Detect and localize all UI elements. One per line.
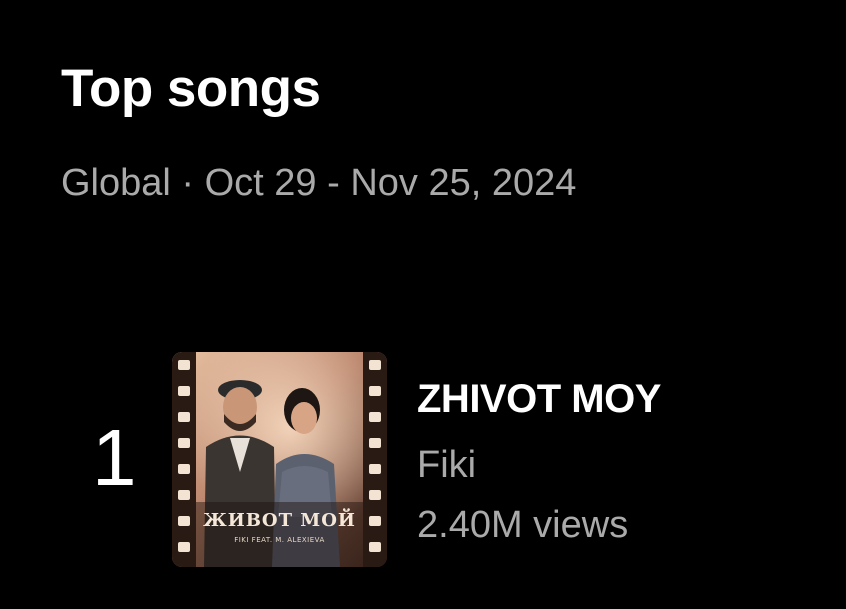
thumbnail-caption: ЖИВОТ МОЙ xyxy=(203,510,356,531)
song-thumbnail[interactable]: ЖИВОТ МОЙ FIKI FEAT. M. ALEXIEVA xyxy=(172,352,387,567)
artist-name[interactable]: Fiki xyxy=(417,442,476,488)
page-title: Top songs xyxy=(61,59,321,118)
album-art-image xyxy=(172,352,387,567)
chart-subtitle: Global · Oct 29 - Nov 25, 2024 xyxy=(61,160,576,206)
rank-number: 1 xyxy=(92,413,137,502)
separator-dot: · xyxy=(181,162,195,204)
song-title[interactable]: ZHIVOT MOY xyxy=(417,376,661,422)
thumbnail-credit: FIKI FEAT. M. ALEXIEVA xyxy=(234,536,325,544)
region-label: Global xyxy=(61,162,171,204)
song-row[interactable]: 1 ЖИВОТ МОЙ FIKI FEAT. M. ALEXIEVA ZHIVO… xyxy=(80,350,800,570)
view-count: 2.40M views xyxy=(417,504,629,546)
date-range: Oct 29 - Nov 25, 2024 xyxy=(204,162,577,204)
